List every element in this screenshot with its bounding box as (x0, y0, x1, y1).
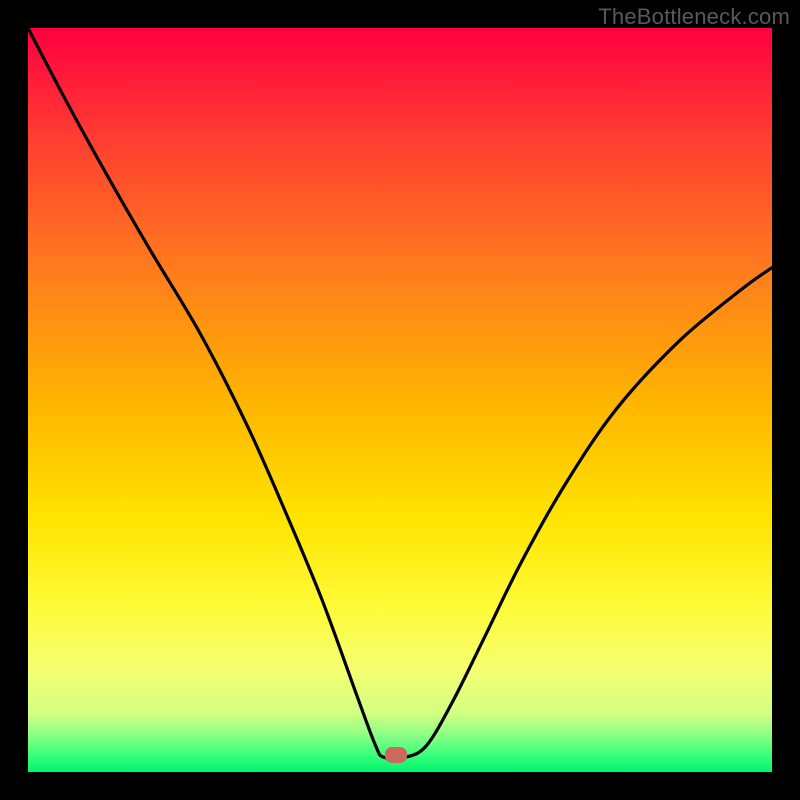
watermark-label: TheBottleneck.com (598, 4, 790, 30)
chart-frame: TheBottleneck.com (0, 0, 800, 800)
minimum-marker-icon (385, 747, 407, 763)
plot-area (28, 28, 772, 772)
chart-svg (28, 28, 772, 772)
gradient-background (28, 28, 772, 772)
